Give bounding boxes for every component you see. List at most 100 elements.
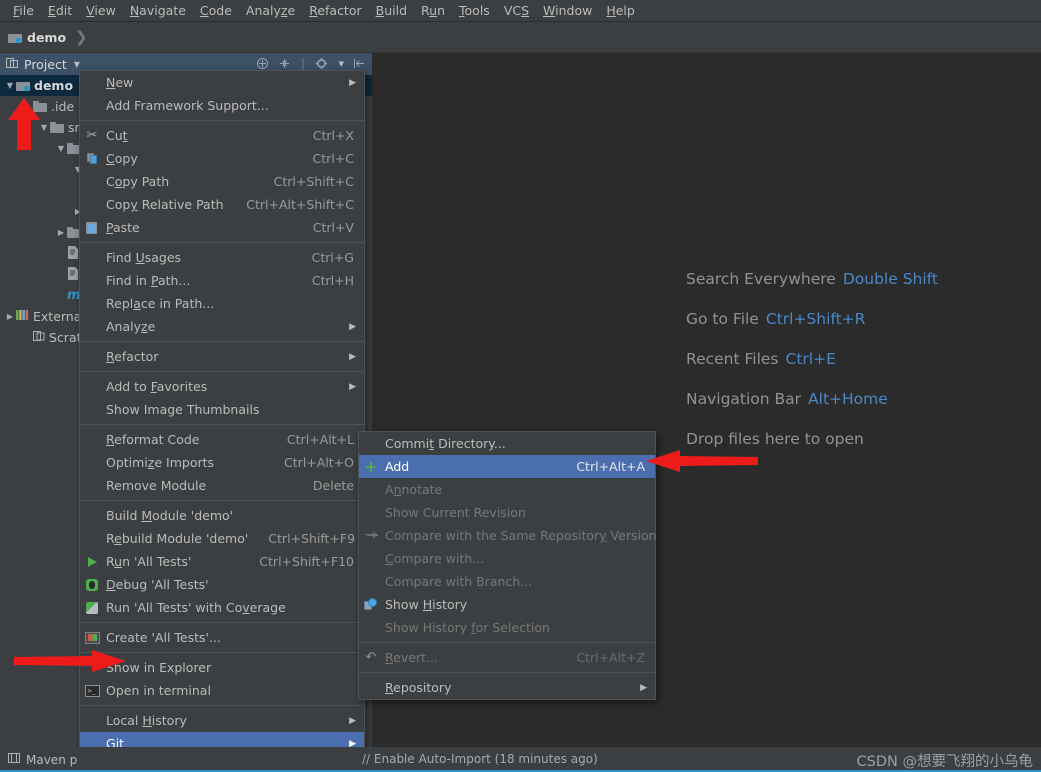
history-icon xyxy=(364,598,378,611)
context-menu-item[interactable]: Debug 'All Tests' xyxy=(80,573,364,596)
context-menu-item[interactable]: Build Module 'demo' xyxy=(80,504,364,527)
annotation-arrow-to-git xyxy=(14,650,126,672)
menubar-item-help[interactable]: Help xyxy=(599,1,642,20)
context-menu-item[interactable]: Reformat Code Ctrl+Alt+L xyxy=(80,428,364,451)
menu-item-icon xyxy=(84,432,100,448)
menu-item-icon xyxy=(363,505,379,521)
context-menu-item[interactable]: Copy Ctrl+C xyxy=(80,147,364,170)
project-toolwindow-icon xyxy=(6,55,19,74)
git-submenu-item[interactable]: Repository ▶ xyxy=(359,676,655,699)
context-menu-item[interactable]: Copy Path Ctrl+Shift+C xyxy=(80,170,364,193)
menu-separator xyxy=(80,341,364,342)
menu-item-shortcut: Ctrl+Alt+L xyxy=(286,432,354,447)
menu-item-label: Cut xyxy=(106,128,128,143)
menu-item-label: Compare with... xyxy=(385,551,485,566)
menu-item-icon xyxy=(84,319,100,335)
maven-toolwindow-button[interactable]: Maven p xyxy=(0,752,77,767)
menu-item-label: Show Image Thumbnails xyxy=(106,402,260,417)
menubar-item-window[interactable]: Window xyxy=(536,1,599,20)
context-menu-item[interactable]: Create 'All Tests'... xyxy=(80,626,364,649)
git-submenu-item: Compare with Branch... xyxy=(359,570,655,593)
project-toolwindow-title: Project xyxy=(24,56,67,72)
menu-item-label: Copy Path xyxy=(106,174,170,189)
context-menu-item[interactable]: Local History ▶ xyxy=(80,709,364,732)
editor-hint-shortcut: Double Shift xyxy=(842,270,938,288)
menu-item-label: Copy xyxy=(106,151,138,166)
editor-hint-name: Search Everywhere xyxy=(686,270,836,288)
breadcrumb[interactable]: demo ❯ xyxy=(8,28,88,46)
git-submenu-item[interactable]: + Add Ctrl+Alt+A xyxy=(359,455,655,478)
menubar-item-edit[interactable]: Edit xyxy=(41,1,79,20)
menu-item-icon xyxy=(363,551,379,567)
context-menu-item[interactable]: Find in Path... Ctrl+H xyxy=(80,269,364,292)
menubar-item-build[interactable]: Build xyxy=(369,1,414,20)
git-submenu-item: Show Current Revision xyxy=(359,501,655,524)
menubar-item-analyze[interactable]: Analyze xyxy=(239,1,302,20)
menu-item-label: Run 'All Tests' xyxy=(106,554,192,569)
menubar-item-code[interactable]: Code xyxy=(193,1,239,20)
context-menu-item[interactable]: Paste Ctrl+V xyxy=(80,216,364,239)
context-menu-item[interactable]: Add Framework Support... xyxy=(80,94,364,117)
context-menu-item[interactable]: Find Usages Ctrl+G xyxy=(80,246,364,269)
menubar-item-file[interactable]: File xyxy=(6,1,41,20)
menu-item-label: Analyze xyxy=(106,319,156,334)
navigation-bar: demo ❯ xyxy=(0,22,1041,53)
tree-twisty-icon[interactable]: ▶ xyxy=(55,228,67,237)
menubar-item-view[interactable]: View xyxy=(79,1,123,20)
context-menu-item[interactable]: Show Image Thumbnails xyxy=(80,398,364,421)
context-menu-item[interactable]: Copy Relative Path Ctrl+Alt+Shift+C xyxy=(80,193,364,216)
menu-item-label: Find in Path... xyxy=(106,273,191,288)
tree-twisty-icon[interactable]: ▼ xyxy=(4,81,16,90)
tree-twisty-icon[interactable]: ▼ xyxy=(55,144,67,153)
menubar-item-run[interactable]: Run xyxy=(414,1,452,20)
context-menu-item[interactable]: Replace in Path... xyxy=(80,292,364,315)
context-menu-item[interactable]: Rebuild Module 'demo' Ctrl+Shift+F9 xyxy=(80,527,364,550)
chevron-down-icon[interactable]: ▼ xyxy=(74,60,80,69)
menu-item-label: Show Current Revision xyxy=(385,505,526,520)
menu-item-shortcut: Ctrl+X xyxy=(312,128,354,143)
git-submenu-item[interactable]: Show History xyxy=(359,593,655,616)
menu-item-label: Compare with Branch... xyxy=(385,574,533,589)
scissors-icon: ✂ xyxy=(86,128,98,143)
menu-item-icon xyxy=(84,478,100,494)
menubar-item-vcs[interactable]: VCS xyxy=(497,1,536,20)
tree-twisty-icon[interactable]: ▶ xyxy=(4,312,16,321)
watermark-text: CSDN @想要飞翔的小乌龟 xyxy=(856,754,1033,770)
context-menu-item[interactable]: Refactor ▶ xyxy=(80,345,364,368)
menubar-item-refactor[interactable]: Refactor xyxy=(302,1,368,20)
menu-item-label: Add xyxy=(385,459,410,474)
debug-icon xyxy=(86,578,98,591)
context-menu-item[interactable]: Analyze ▶ xyxy=(80,315,364,338)
git-submenu-item: Annotate xyxy=(359,478,655,501)
run-icon xyxy=(87,556,97,567)
context-menu-item[interactable]: ✂ Cut Ctrl+X xyxy=(80,124,364,147)
context-menu-item[interactable]: Run 'All Tests' with Coverage xyxy=(80,596,364,619)
menu-item-label: Optimize Imports xyxy=(106,455,215,470)
menu-item-shortcut: Ctrl+Alt+Shift+C xyxy=(246,197,354,212)
context-menu-item[interactable]: Remove Module Delete xyxy=(80,474,364,497)
git-submenu-item[interactable]: Commit Directory... xyxy=(359,432,655,455)
menu-item-label: Repository xyxy=(385,680,452,695)
menu-item-icon: ✂ xyxy=(84,128,100,144)
context-menu-item[interactable]: >_ Open in terminal xyxy=(80,679,364,702)
status-message: // Enable Auto-Import (18 minutes ago) xyxy=(362,752,598,766)
add-icon: + xyxy=(364,456,378,476)
context-menu-item[interactable]: New ▶ xyxy=(80,71,364,94)
submenu-arrow-icon: ▶ xyxy=(640,682,647,693)
menu-item-shortcut: Ctrl+H xyxy=(311,273,354,288)
menu-item-label: Add Framework Support... xyxy=(106,98,269,113)
gear-chevron-down-icon[interactable]: ▼ xyxy=(339,60,344,68)
context-menu-item[interactable]: Run 'All Tests' Ctrl+Shift+F10 xyxy=(80,550,364,573)
git-submenu[interactable]: Commit Directory... + Add Ctrl+Alt+A Annotat… xyxy=(358,431,657,700)
menu-item-label: Show History for Selection xyxy=(385,620,550,635)
context-menu-item[interactable]: Add to Favorites ▶ xyxy=(80,375,364,398)
scratches-icon xyxy=(33,330,45,345)
menu-item-shortcut: Ctrl+Alt+O xyxy=(284,455,354,470)
editor-hint-row: Navigation Bar Alt+Home xyxy=(686,390,938,408)
context-menu-item[interactable]: Optimize Imports Ctrl+Alt+O xyxy=(80,451,364,474)
menubar-item-tools[interactable]: Tools xyxy=(452,1,497,20)
submenu-arrow-icon: ▶ xyxy=(349,321,356,332)
menu-item-icon xyxy=(84,531,100,547)
menubar-item-navigate[interactable]: Navigate xyxy=(123,1,193,20)
maven-icon xyxy=(8,752,20,767)
